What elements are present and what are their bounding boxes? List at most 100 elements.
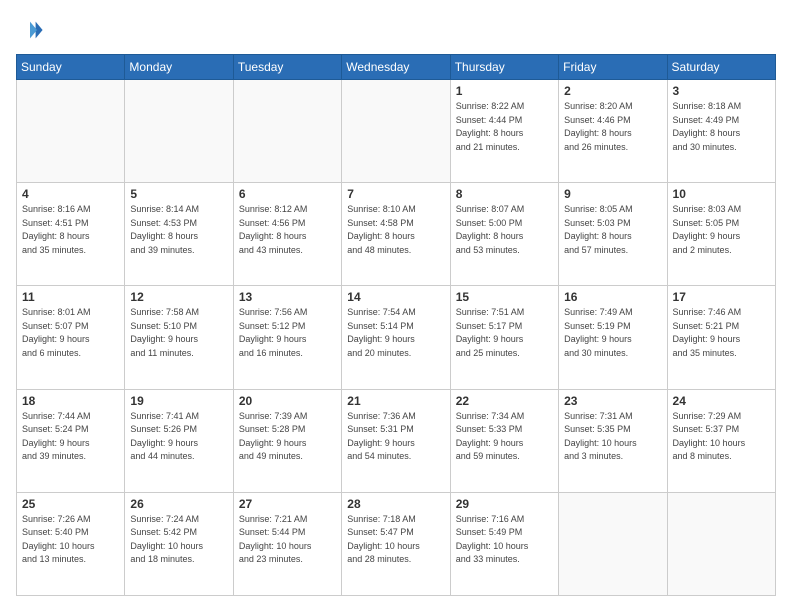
calendar-cell: 11 Sunrise: 8:01 AM Sunset: 5:07 PM Dayli… <box>17 286 125 389</box>
calendar-week-3: 11 Sunrise: 8:01 AM Sunset: 5:07 PM Dayli… <box>17 286 776 389</box>
calendar-cell: 20 Sunrise: 7:39 AM Sunset: 5:28 PM Dayli… <box>233 389 341 492</box>
calendar-cell <box>667 492 775 595</box>
calendar-cell: 6Sunrise: 8:12 AM Sunset: 4:56 PM Daylig… <box>233 183 341 286</box>
day-number: 23 <box>564 394 661 408</box>
day-number: 15 <box>456 290 553 304</box>
calendar-cell: 21Sunrise: 7:36 AM Sunset: 5:31 PM Dayli… <box>342 389 450 492</box>
day-info: Sunrise: 7:31 AM Sunset: 5:35 PM Dayligh… <box>564 410 661 464</box>
day-info: Sunrise: 7:21 AM Sunset: 5:44 PM Dayligh… <box>239 513 336 567</box>
day-number: 25 <box>22 497 119 511</box>
day-info: Sunrise: 7:49 AM Sunset: 5:19 PM Dayligh… <box>564 306 661 360</box>
day-number: 10 <box>673 187 770 201</box>
calendar-cell: 25Sunrise: 7:26 AM Sunset: 5:40 PM Dayli… <box>17 492 125 595</box>
weekday-header-thursday: Thursday <box>450 55 558 80</box>
day-number: 2 <box>564 84 661 98</box>
day-number: 21 <box>347 394 444 408</box>
day-info: Sunrise: 7:46 AM Sunset: 5:21 PM Dayligh… <box>673 306 770 360</box>
day-number: 3 <box>673 84 770 98</box>
calendar-cell: 23 Sunrise: 7:31 AM Sunset: 5:35 PM Dayli… <box>559 389 667 492</box>
day-number: 20 <box>239 394 336 408</box>
day-info: Sunrise: 7:16 AM Sunset: 5:49 PM Dayligh… <box>456 513 553 567</box>
day-info: Sunrise: 8:03 AM Sunset: 5:05 PM Dayligh… <box>673 203 770 257</box>
calendar-cell: 9 Sunrise: 8:05 AM Sunset: 5:03 PM Daylig… <box>559 183 667 286</box>
calendar-table: SundayMondayTuesdayWednesdayThursdayFrid… <box>16 54 776 596</box>
day-info: Sunrise: 7:39 AM Sunset: 5:28 PM Dayligh… <box>239 410 336 464</box>
calendar-cell <box>233 80 341 183</box>
calendar-cell: 22 Sunrise: 7:34 AM Sunset: 5:33 PM Dayli… <box>450 389 558 492</box>
calendar-cell: 16 Sunrise: 7:49 AM Sunset: 5:19 PM Dayli… <box>559 286 667 389</box>
weekday-header-row: SundayMondayTuesdayWednesdayThursdayFrid… <box>17 55 776 80</box>
day-info: Sunrise: 8:22 AM Sunset: 4:44 PM Dayligh… <box>456 100 553 154</box>
calendar-cell: 2 Sunrise: 8:20 AM Sunset: 4:46 PM Daylig… <box>559 80 667 183</box>
day-info: Sunrise: 7:51 AM Sunset: 5:17 PM Dayligh… <box>456 306 553 360</box>
calendar-cell: 26 Sunrise: 7:24 AM Sunset: 5:42 PM Dayli… <box>125 492 233 595</box>
day-number: 26 <box>130 497 227 511</box>
day-number: 8 <box>456 187 553 201</box>
calendar-cell: 14Sunrise: 7:54 AM Sunset: 5:14 PM Dayli… <box>342 286 450 389</box>
calendar-cell: 29 Sunrise: 7:16 AM Sunset: 5:49 PM Dayli… <box>450 492 558 595</box>
day-number: 9 <box>564 187 661 201</box>
day-info: Sunrise: 7:54 AM Sunset: 5:14 PM Dayligh… <box>347 306 444 360</box>
day-info: Sunrise: 8:01 AM Sunset: 5:07 PM Dayligh… <box>22 306 119 360</box>
day-info: Sunrise: 7:29 AM Sunset: 5:37 PM Dayligh… <box>673 410 770 464</box>
day-number: 17 <box>673 290 770 304</box>
day-number: 19 <box>130 394 227 408</box>
day-number: 29 <box>456 497 553 511</box>
day-info: Sunrise: 7:44 AM Sunset: 5:24 PM Dayligh… <box>22 410 119 464</box>
day-number: 13 <box>239 290 336 304</box>
calendar-cell: 28 Sunrise: 7:18 AM Sunset: 5:47 PM Dayli… <box>342 492 450 595</box>
calendar-cell <box>559 492 667 595</box>
day-number: 18 <box>22 394 119 408</box>
calendar-cell: 10 Sunrise: 8:03 AM Sunset: 5:05 PM Dayli… <box>667 183 775 286</box>
day-info: Sunrise: 7:58 AM Sunset: 5:10 PM Dayligh… <box>130 306 227 360</box>
day-number: 22 <box>456 394 553 408</box>
calendar-week-5: 25Sunrise: 7:26 AM Sunset: 5:40 PM Dayli… <box>17 492 776 595</box>
day-number: 24 <box>673 394 770 408</box>
calendar-cell: 12 Sunrise: 7:58 AM Sunset: 5:10 PM Dayli… <box>125 286 233 389</box>
calendar-cell: 8 Sunrise: 8:07 AM Sunset: 5:00 PM Daylig… <box>450 183 558 286</box>
header <box>16 16 776 44</box>
weekday-header-friday: Friday <box>559 55 667 80</box>
calendar-cell <box>17 80 125 183</box>
weekday-header-saturday: Saturday <box>667 55 775 80</box>
day-info: Sunrise: 7:41 AM Sunset: 5:26 PM Dayligh… <box>130 410 227 464</box>
calendar-cell: 5 Sunrise: 8:14 AM Sunset: 4:53 PM Daylig… <box>125 183 233 286</box>
calendar-cell: 7 Sunrise: 8:10 AM Sunset: 4:58 PM Daylig… <box>342 183 450 286</box>
calendar-week-4: 18 Sunrise: 7:44 AM Sunset: 5:24 PM Dayli… <box>17 389 776 492</box>
day-number: 12 <box>130 290 227 304</box>
calendar-cell: 15 Sunrise: 7:51 AM Sunset: 5:17 PM Dayli… <box>450 286 558 389</box>
day-info: Sunrise: 8:05 AM Sunset: 5:03 PM Dayligh… <box>564 203 661 257</box>
day-info: Sunrise: 8:07 AM Sunset: 5:00 PM Dayligh… <box>456 203 553 257</box>
calendar-cell: 13 Sunrise: 7:56 AM Sunset: 5:12 PM Dayli… <box>233 286 341 389</box>
day-number: 11 <box>22 290 119 304</box>
day-info: Sunrise: 8:14 AM Sunset: 4:53 PM Dayligh… <box>130 203 227 257</box>
day-info: Sunrise: 7:34 AM Sunset: 5:33 PM Dayligh… <box>456 410 553 464</box>
day-info: Sunrise: 8:10 AM Sunset: 4:58 PM Dayligh… <box>347 203 444 257</box>
day-info: Sunrise: 8:16 AM Sunset: 4:51 PM Dayligh… <box>22 203 119 257</box>
day-number: 4 <box>22 187 119 201</box>
day-info: Sunrise: 7:56 AM Sunset: 5:12 PM Dayligh… <box>239 306 336 360</box>
day-info: Sunrise: 8:12 AM Sunset: 4:56 PM Dayligh… <box>239 203 336 257</box>
weekday-header-sunday: Sunday <box>17 55 125 80</box>
day-number: 7 <box>347 187 444 201</box>
day-info: Sunrise: 7:24 AM Sunset: 5:42 PM Dayligh… <box>130 513 227 567</box>
calendar-cell <box>342 80 450 183</box>
day-number: 28 <box>347 497 444 511</box>
calendar-cell: 19 Sunrise: 7:41 AM Sunset: 5:26 PM Dayli… <box>125 389 233 492</box>
calendar-cell: 4 Sunrise: 8:16 AM Sunset: 4:51 PM Daylig… <box>17 183 125 286</box>
weekday-header-tuesday: Tuesday <box>233 55 341 80</box>
calendar-week-2: 4 Sunrise: 8:16 AM Sunset: 4:51 PM Daylig… <box>17 183 776 286</box>
day-number: 16 <box>564 290 661 304</box>
calendar-cell: 17 Sunrise: 7:46 AM Sunset: 5:21 PM Dayli… <box>667 286 775 389</box>
weekday-header-monday: Monday <box>125 55 233 80</box>
weekday-header-wednesday: Wednesday <box>342 55 450 80</box>
calendar-cell: 3 Sunrise: 8:18 AM Sunset: 4:49 PM Daylig… <box>667 80 775 183</box>
day-info: Sunrise: 8:18 AM Sunset: 4:49 PM Dayligh… <box>673 100 770 154</box>
calendar-cell <box>125 80 233 183</box>
day-info: Sunrise: 8:20 AM Sunset: 4:46 PM Dayligh… <box>564 100 661 154</box>
calendar-cell: 1Sunrise: 8:22 AM Sunset: 4:44 PM Daylig… <box>450 80 558 183</box>
day-info: Sunrise: 7:18 AM Sunset: 5:47 PM Dayligh… <box>347 513 444 567</box>
day-number: 5 <box>130 187 227 201</box>
calendar-cell: 27Sunrise: 7:21 AM Sunset: 5:44 PM Dayli… <box>233 492 341 595</box>
calendar-cell: 24 Sunrise: 7:29 AM Sunset: 5:37 PM Dayli… <box>667 389 775 492</box>
